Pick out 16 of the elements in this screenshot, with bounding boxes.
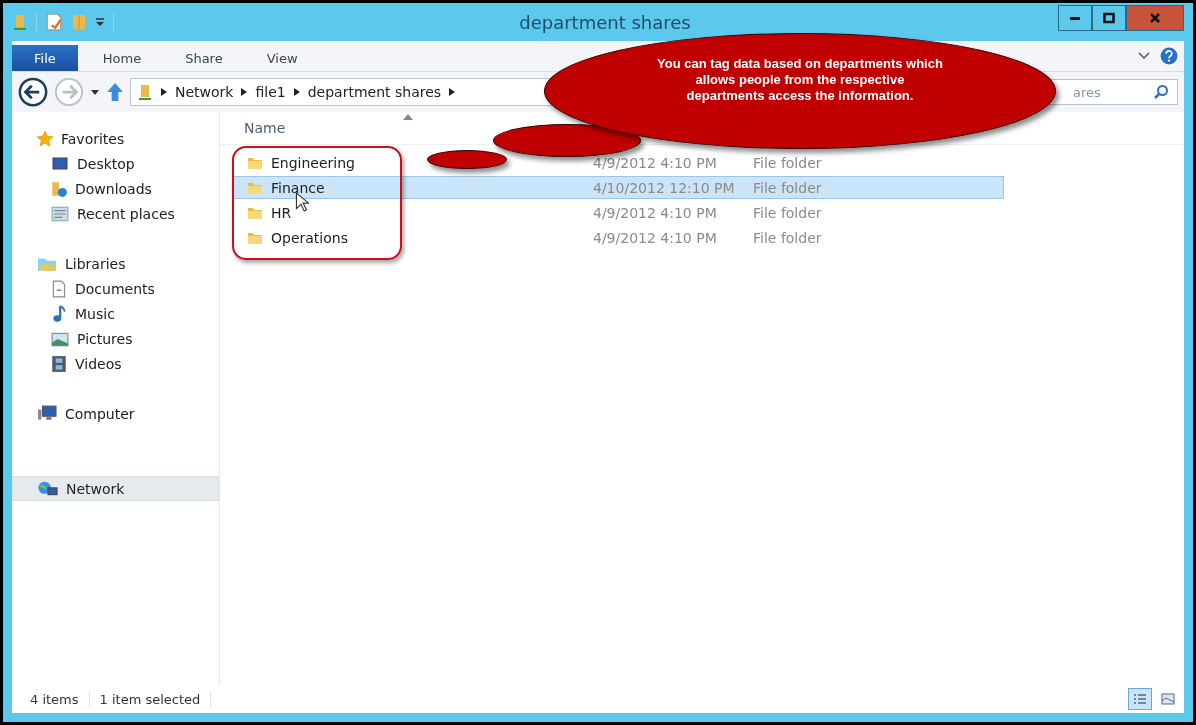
date-modified: 4/9/2012 4:10 PM xyxy=(593,204,718,221)
file-name: HR xyxy=(271,204,292,221)
date-modified: 4/9/2012 4:10 PM xyxy=(593,154,718,171)
window-title: department shares xyxy=(518,11,692,33)
item-count: 4 items xyxy=(30,691,79,707)
date-modified: 4/9/2012 4:10 PM xyxy=(593,229,718,246)
file-type: File folder xyxy=(753,229,823,246)
file-type: File folder xyxy=(753,154,823,171)
file-name: Operations xyxy=(271,229,348,246)
file-name: Engineering xyxy=(271,154,355,171)
selection-count: 1 item selected xyxy=(99,691,201,707)
date-modified: 4/10/2012 12:10 PM xyxy=(593,179,736,196)
file-type: File folder xyxy=(753,179,823,196)
callout-text: You can tag data based on departments which allows people from the respective departments access the information. xyxy=(657,56,943,104)
file-name: Finance xyxy=(271,179,325,196)
file-type: File folder xyxy=(753,204,823,221)
